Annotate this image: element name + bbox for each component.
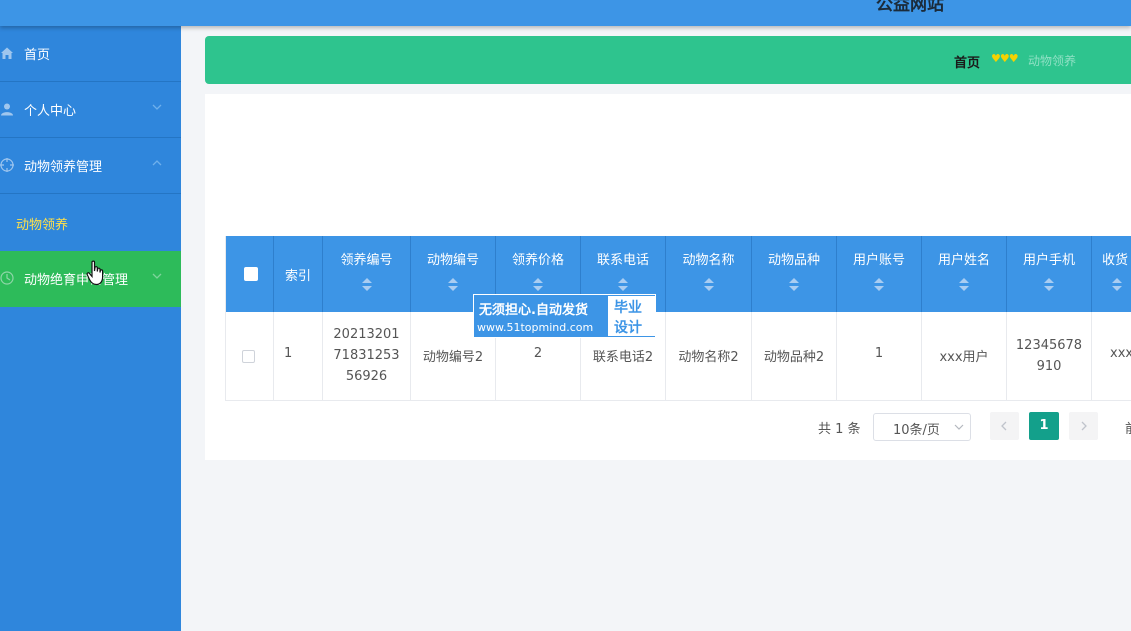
cell-select	[226, 312, 274, 400]
adopt-no-value: 20213201 71831253 56926	[333, 327, 400, 384]
breadcrumb-current: 动物领养	[1028, 54, 1077, 68]
sort-icon[interactable]	[874, 278, 884, 292]
clock-icon	[0, 271, 14, 285]
sidebar-subitem-label: 动物领养	[16, 218, 69, 233]
breadcrumb-heart-separator: ♥♥♥	[991, 52, 1019, 65]
cell-breed: 动物品种2	[752, 312, 837, 400]
target-icon	[0, 158, 14, 172]
sidebar-item-home[interactable]: 首页	[0, 26, 181, 82]
top-bar: 公益网站	[0, 0, 1131, 26]
header-adopt-no[interactable]: 领养编号	[323, 236, 411, 312]
pagination-jump-label: 前	[1125, 418, 1131, 437]
header-account[interactable]: 用户账号	[837, 236, 922, 312]
prev-page-button[interactable]	[990, 412, 1019, 440]
sort-icon[interactable]	[703, 278, 714, 292]
cell-animal-name: 动物名称2	[666, 312, 752, 400]
sort-icon[interactable]	[789, 278, 799, 292]
hand-cursor-icon	[86, 260, 104, 286]
sort-icon[interactable]	[361, 278, 372, 292]
sidebar-subitem-adoption[interactable]: 动物领养	[0, 194, 181, 251]
cell-index: 1	[274, 312, 323, 400]
sort-icon[interactable]	[1112, 278, 1122, 292]
cell-delivery: xxx	[1092, 312, 1131, 400]
pagination-total: 共 1 条	[818, 422, 861, 437]
watermark-overlay: 无须担心.自动发货 www.51topmind.com 毕业 设计	[473, 294, 656, 338]
sidebar-item-label: 个人中心	[24, 104, 77, 119]
user-icon	[1, 103, 13, 116]
select-all-checkbox[interactable]	[244, 267, 258, 281]
chevron-down-icon	[954, 424, 964, 430]
sidebar-item-label: 首页	[24, 48, 51, 63]
page-size-select[interactable]: 10条/页	[873, 413, 971, 441]
table-header: 索引 领养编号 动物编号 领养价格 联系电话 动物名称 动物品种 用户账号 用户…	[226, 236, 1131, 312]
breadcrumb: 首页 ♥♥♥ 动物领养	[205, 36, 1131, 84]
sort-icon[interactable]	[448, 278, 458, 292]
header-user-name[interactable]: 用户姓名	[922, 236, 1007, 312]
sidebar: 首页 个人中心 动物领养管理 动物领养 动物绝育申请管理	[0, 26, 181, 631]
header-breed[interactable]: 动物品种	[752, 236, 837, 312]
chevron-right-icon	[1081, 421, 1087, 431]
row-checkbox[interactable]	[242, 350, 255, 363]
sidebar-item-profile[interactable]: 个人中心	[0, 82, 181, 138]
chevron-down-icon	[152, 104, 162, 110]
chevron-up-icon	[152, 160, 162, 166]
sort-icon[interactable]	[618, 278, 628, 292]
home-icon	[1, 47, 13, 59]
header-user-phone[interactable]: 用户手机	[1007, 236, 1092, 312]
watermark-badge: 毕业 设计	[608, 296, 655, 336]
sort-icon[interactable]	[959, 278, 969, 292]
chevron-down-icon	[152, 273, 162, 279]
header-index: 索引	[274, 236, 323, 312]
cell-adopt-no: 20213201 71831253 56926	[323, 312, 411, 400]
page-number-button[interactable]: 1	[1029, 412, 1059, 440]
sidebar-item-label: 动物领养管理	[24, 160, 103, 175]
table-row: 1 20213201 71831253 56926 动物编号2 2 联系电话2 …	[226, 312, 1131, 401]
cell-user-phone: 12345678 910	[1007, 312, 1092, 400]
cell-user-name: xxx用户	[922, 312, 1007, 400]
header-delivery[interactable]: 收货	[1092, 236, 1131, 312]
breadcrumb-home-link[interactable]: 首页	[954, 52, 980, 71]
header-select-all	[226, 236, 274, 312]
sidebar-item-adoption-management[interactable]: 动物领养管理	[0, 138, 181, 194]
sort-icon[interactable]	[533, 278, 543, 292]
cell-account: 1	[837, 312, 922, 400]
header-animal-name[interactable]: 动物名称	[666, 236, 752, 312]
chevron-left-icon	[1001, 421, 1007, 431]
sort-icon[interactable]	[1044, 278, 1054, 292]
site-title: 公益网站	[876, 0, 944, 15]
data-table: 索引 领养编号 动物编号 领养价格 联系电话 动物名称 动物品种 用户账号 用户…	[225, 236, 1131, 401]
sidebar-item-label: 动物绝育申请管理	[24, 273, 129, 288]
next-page-button[interactable]	[1069, 412, 1098, 440]
